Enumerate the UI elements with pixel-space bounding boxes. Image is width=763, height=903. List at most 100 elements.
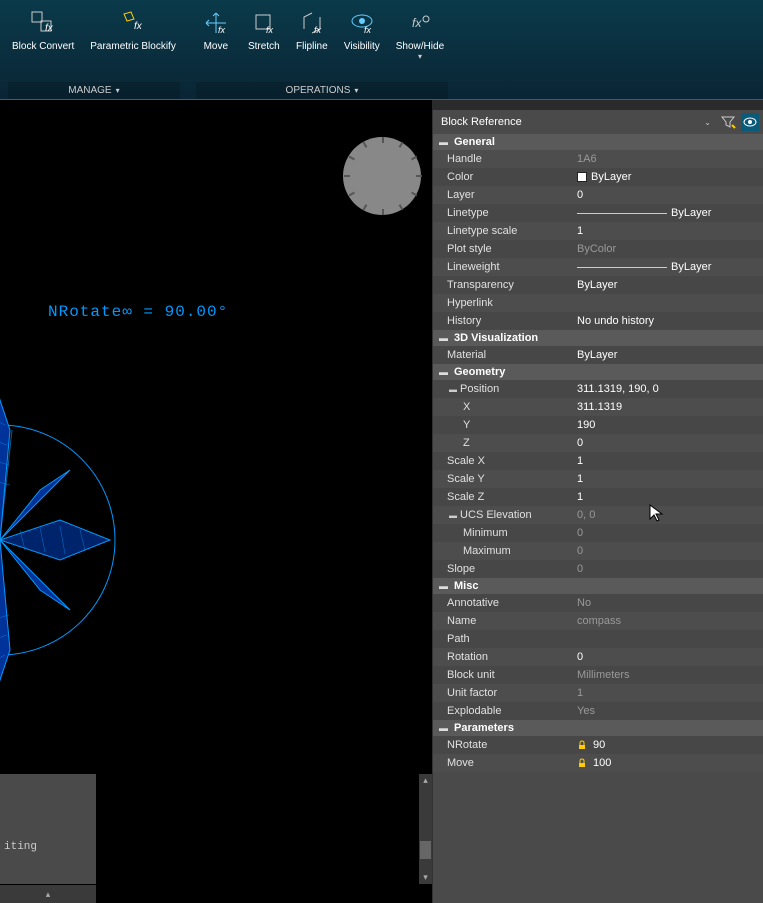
section-header[interactable]: ▬Geometry	[433, 364, 763, 380]
chevron-up-icon: ▴	[46, 889, 51, 900]
property-value[interactable]: 1	[573, 491, 763, 503]
property-value[interactable]: 1	[573, 225, 763, 237]
property-value[interactable]: ByLayer	[573, 207, 763, 219]
entity-type-select[interactable]: Block Reference ⌄	[437, 113, 715, 131]
property-row[interactable]: X311.1319	[433, 398, 763, 416]
collapse-icon[interactable]: ▬	[447, 511, 457, 520]
property-value[interactable]: 190	[573, 419, 763, 431]
property-value[interactable]: No undo history	[573, 315, 763, 327]
property-row[interactable]: Unit factor1	[433, 684, 763, 702]
property-label: NRotate	[433, 739, 573, 751]
property-row[interactable]: MaterialByLayer	[433, 346, 763, 364]
property-row[interactable]: Path	[433, 630, 763, 648]
property-row[interactable]: HistoryNo undo history	[433, 312, 763, 330]
collapse-icon[interactable]: ▬	[439, 723, 448, 733]
property-label: Unit factor	[433, 687, 573, 699]
parametric-blockify-icon: fx	[117, 7, 149, 39]
property-row[interactable]: ▬ UCS Elevation0, 0	[433, 506, 763, 524]
collapse-icon[interactable]: ▬	[447, 385, 457, 394]
property-value[interactable]: ByLayer	[573, 261, 763, 273]
property-value[interactable]: 0	[573, 189, 763, 201]
property-value[interactable]: ByLayer	[573, 279, 763, 291]
lock-icon	[577, 740, 587, 750]
group-label-operations[interactable]: OPERATIONS ▾	[196, 82, 448, 99]
property-row[interactable]: Namecompass	[433, 612, 763, 630]
property-row[interactable]: Scale Z1	[433, 488, 763, 506]
section-header[interactable]: ▬Parameters	[433, 720, 763, 736]
block-convert-button[interactable]: fx Block Convert	[8, 5, 78, 82]
property-row[interactable]: ColorByLayer	[433, 168, 763, 186]
property-label: Annotative	[433, 597, 573, 609]
property-value[interactable]: ByLayer	[573, 349, 763, 361]
property-row[interactable]: Linetype scale1	[433, 222, 763, 240]
property-row[interactable]: Handle1A6	[433, 150, 763, 168]
section-header[interactable]: ▬Misc	[433, 578, 763, 594]
property-row[interactable]: Move100	[433, 754, 763, 772]
parametric-blockify-button[interactable]: fx Parametric Blockify	[86, 5, 180, 82]
flipline-button[interactable]: fx Flipline	[292, 5, 332, 82]
property-value[interactable]: 90	[573, 739, 763, 751]
property-label: Path	[433, 633, 573, 645]
property-row[interactable]: ExplodableYes	[433, 702, 763, 720]
property-row[interactable]: Scale Y1	[433, 470, 763, 488]
command-collapse-button[interactable]: ▴	[0, 885, 96, 903]
property-value[interactable]: 100	[573, 757, 763, 769]
collapse-icon[interactable]: ▬	[439, 137, 448, 147]
property-row[interactable]: ▬ Position311.1319, 190, 0	[433, 380, 763, 398]
property-row[interactable]: Layer0	[433, 186, 763, 204]
drawing-canvas[interactable]: ::::: NRotate∞ = 90.00°	[0, 100, 432, 903]
linetype-preview-icon	[577, 267, 667, 268]
property-value[interactable]: ByLayer	[573, 171, 763, 183]
show-hide-button[interactable]: fx Show/Hide ▾	[392, 5, 448, 82]
preview-icon[interactable]	[741, 113, 759, 131]
property-row[interactable]: Slope0	[433, 560, 763, 578]
scroll-up-icon[interactable]: ▴	[422, 774, 429, 787]
property-row[interactable]: Scale X1	[433, 452, 763, 470]
ribbon-group-operations: fx Move fx Stretch fx Flipline fx	[188, 5, 456, 99]
move-button[interactable]: fx Move	[196, 5, 236, 82]
property-row[interactable]: LinetypeByLayer	[433, 204, 763, 222]
property-row[interactable]: Y190	[433, 416, 763, 434]
property-row[interactable]: Rotation0	[433, 648, 763, 666]
property-row[interactable]: AnnotativeNo	[433, 594, 763, 612]
property-row[interactable]: Z0	[433, 434, 763, 452]
command-scrollbar[interactable]: ▴ ▾	[419, 774, 432, 884]
property-row[interactable]: LineweightByLayer	[433, 258, 763, 276]
property-row[interactable]: NRotate90	[433, 736, 763, 754]
svg-text:fx: fx	[45, 23, 54, 34]
collapse-icon[interactable]: ▬	[439, 581, 448, 591]
property-value: 0, 0	[573, 509, 763, 521]
visibility-button[interactable]: fx Visibility	[340, 5, 384, 82]
command-line[interactable]: iting	[0, 774, 96, 884]
compass-block[interactable]	[0, 370, 130, 730]
collapse-icon[interactable]: ▬	[439, 367, 448, 377]
show-hide-icon: fx	[404, 7, 436, 39]
property-value[interactable]: 1	[573, 455, 763, 467]
filter-icon[interactable]	[719, 113, 737, 131]
stretch-button[interactable]: fx Stretch	[244, 5, 284, 82]
view-cube-circle[interactable]	[343, 137, 421, 215]
scroll-thumb[interactable]	[420, 841, 431, 859]
property-row[interactable]: Minimum0	[433, 524, 763, 542]
property-value: 1A6	[573, 153, 763, 165]
property-value[interactable]: 311.1319, 190, 0	[573, 383, 763, 395]
property-row[interactable]: TransparencyByLayer	[433, 276, 763, 294]
property-value: Yes	[573, 705, 763, 717]
property-row[interactable]: Hyperlink	[433, 294, 763, 312]
property-row[interactable]: Plot styleByColor	[433, 240, 763, 258]
property-value[interactable]: 0	[573, 437, 763, 449]
property-label: ▬ Position	[433, 383, 573, 395]
flipline-icon: fx	[296, 7, 328, 39]
ribbon-group-manage: fx Block Convert fx Parametric Blockify …	[0, 5, 188, 99]
property-row[interactable]: Block unitMillimeters	[433, 666, 763, 684]
group-label-manage[interactable]: MANAGE ▾	[8, 82, 180, 99]
section-header[interactable]: ▬3D Visualization	[433, 330, 763, 346]
property-value[interactable]: 311.1319	[573, 401, 763, 413]
collapse-icon[interactable]: ▬	[439, 333, 448, 343]
svg-text:fx: fx	[412, 16, 422, 30]
property-value[interactable]: 0	[573, 651, 763, 663]
section-header[interactable]: ▬General	[433, 134, 763, 150]
property-value[interactable]: 1	[573, 473, 763, 485]
property-row[interactable]: Maximum0	[433, 542, 763, 560]
scroll-down-icon[interactable]: ▾	[422, 871, 429, 884]
